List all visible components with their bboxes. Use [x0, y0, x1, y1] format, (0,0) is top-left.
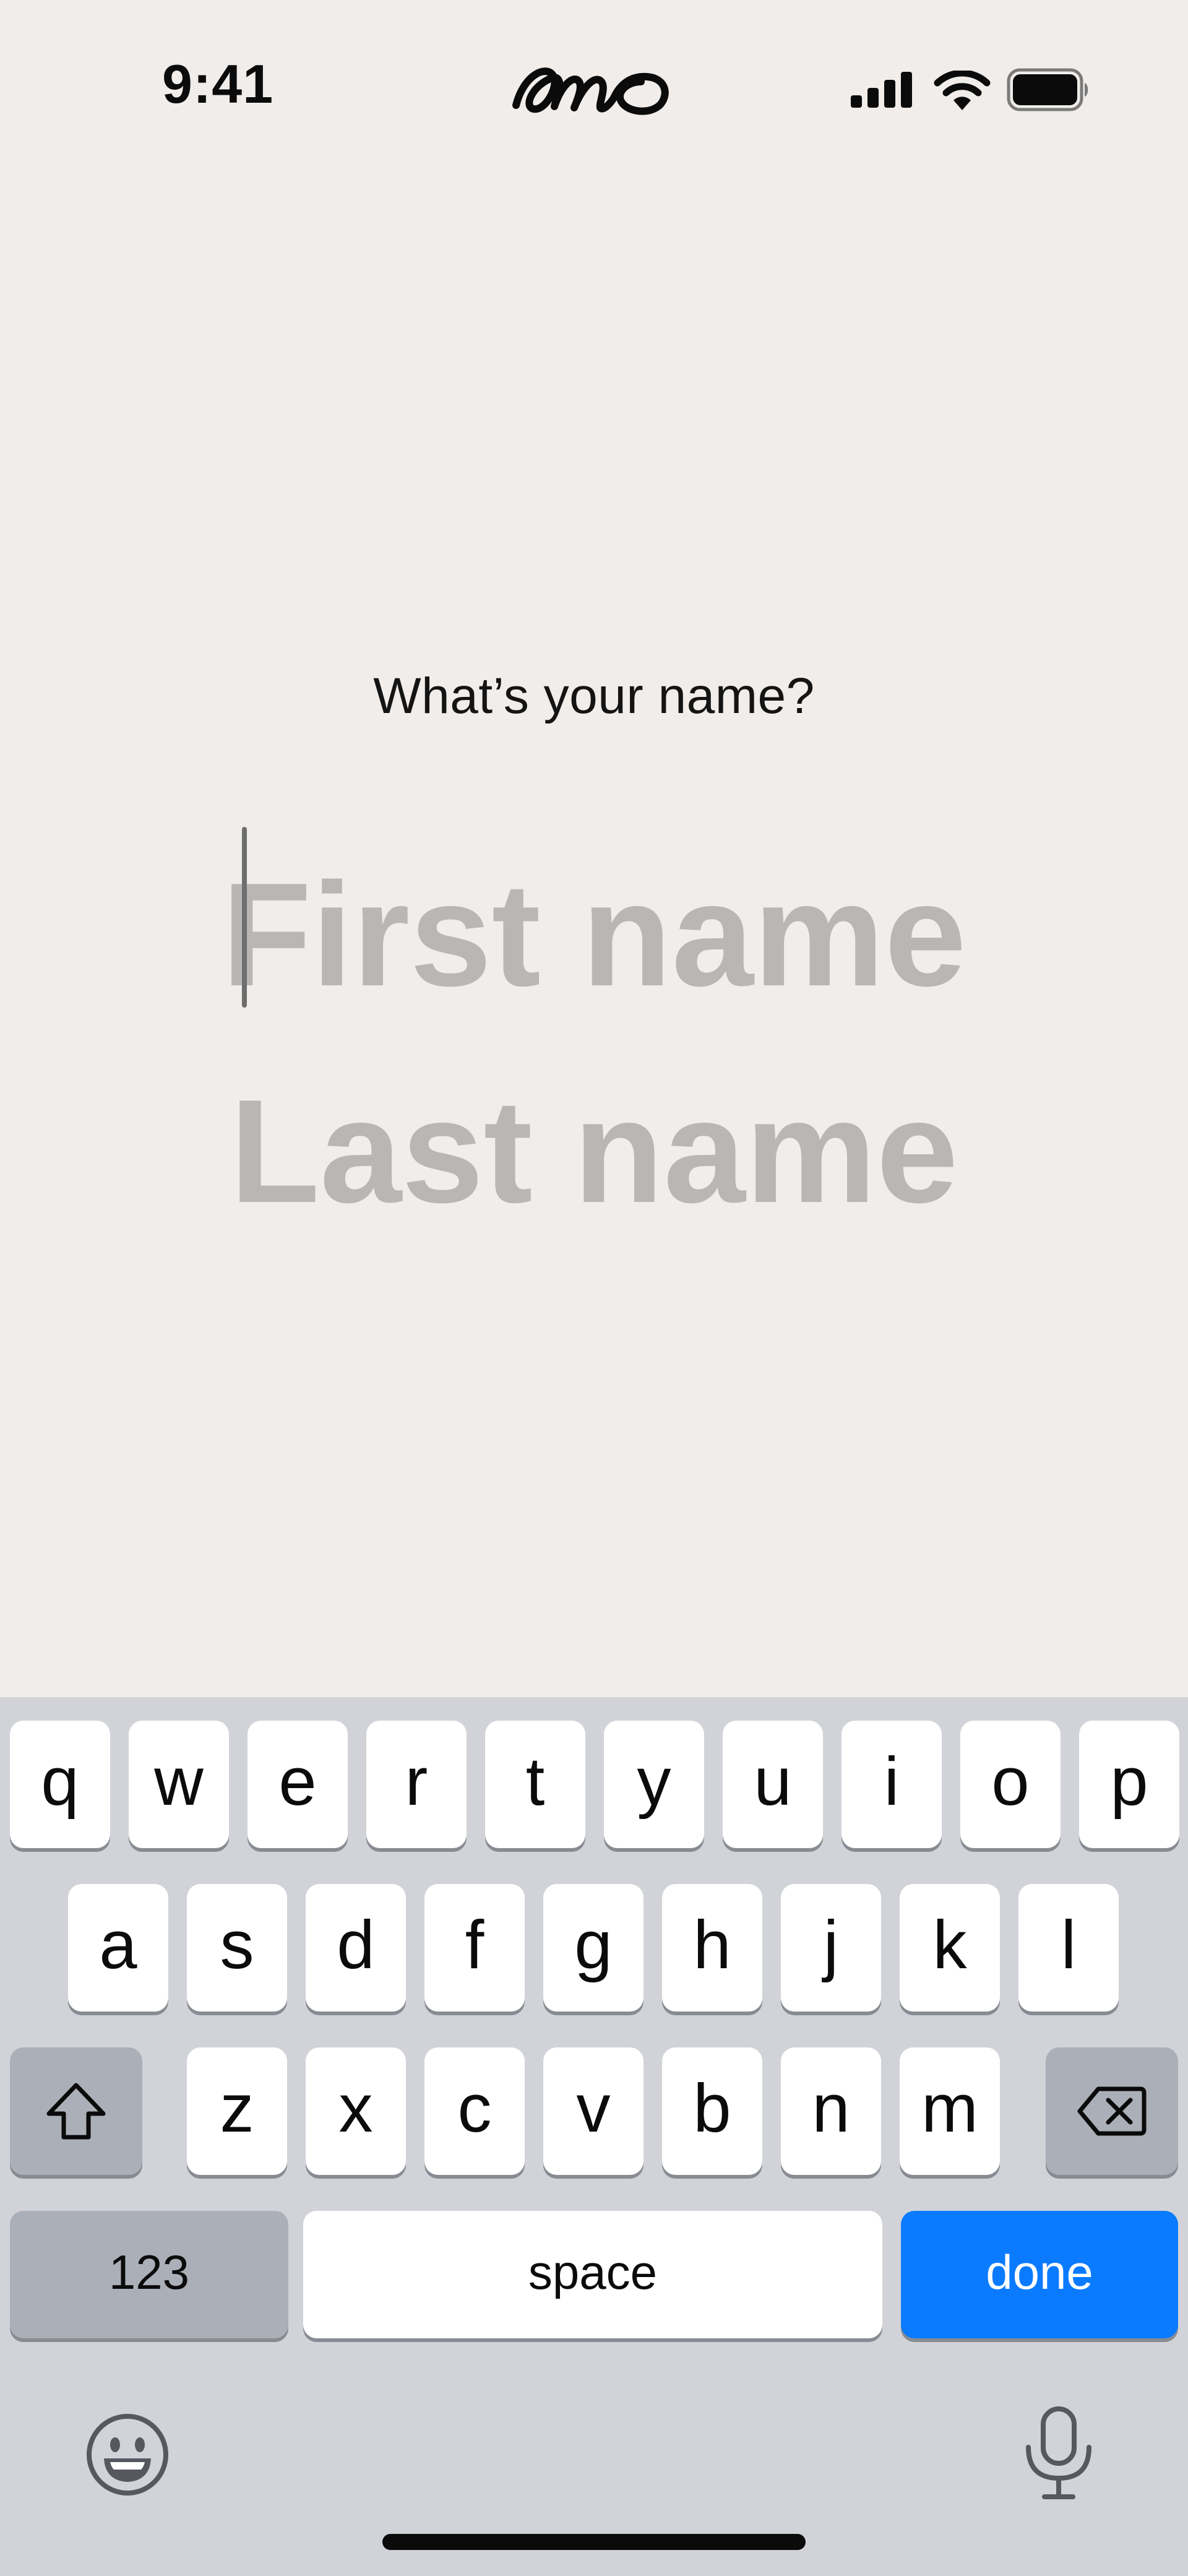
key-label: n — [812, 2070, 850, 2146]
text-caret — [242, 827, 247, 1008]
name-prompt: What’s your name? — [373, 668, 815, 724]
key-label: f — [465, 1907, 484, 1983]
key-y[interactable]: y — [604, 1721, 704, 1848]
key-t[interactable]: t — [485, 1721, 585, 1848]
key-label: a — [99, 1907, 137, 1983]
amo-logo-icon — [512, 67, 669, 115]
space-key[interactable]: space — [303, 2211, 882, 2338]
key-n[interactable]: n — [781, 2047, 881, 2175]
key-label: c — [457, 2070, 492, 2146]
key-i[interactable]: i — [842, 1721, 942, 1848]
key-m[interactable]: m — [900, 2047, 1000, 2175]
key-label: x — [338, 2070, 373, 2146]
key-e[interactable]: e — [248, 1721, 348, 1848]
status-bar: 9:41 — [0, 0, 1188, 179]
key-p[interactable]: p — [1079, 1721, 1179, 1848]
emoji-icon[interactable] — [85, 2413, 170, 2497]
key-u[interactable]: u — [723, 1721, 823, 1848]
wifi-icon — [934, 71, 991, 110]
key-label: d — [337, 1907, 375, 1983]
key-label: b — [693, 2070, 731, 2146]
key-label: y — [637, 1744, 671, 1820]
key-label: j — [823, 1907, 839, 1983]
key-label: h — [693, 1907, 731, 1983]
microphone-icon[interactable] — [1020, 2406, 1098, 2499]
key-d[interactable]: d — [306, 1884, 406, 2012]
delete-icon — [1077, 2086, 1147, 2136]
key-label: g — [574, 1907, 613, 1983]
key-label: r — [405, 1744, 428, 1820]
key-label: e — [278, 1744, 317, 1820]
battery-icon — [1007, 68, 1088, 111]
key-x[interactable]: x — [306, 2047, 406, 2175]
key-label: t — [525, 1744, 545, 1820]
numbers-key[interactable]: 123 — [10, 2211, 288, 2338]
key-a[interactable]: a — [68, 1884, 168, 2012]
key-label: w — [154, 1744, 204, 1820]
key-label: z — [220, 2070, 254, 2146]
shift-icon — [46, 2083, 106, 2140]
name-entry-screen: 9:41 What’s your name? First name Last n… — [0, 0, 1188, 2576]
key-label: i — [884, 1744, 900, 1820]
first-name-input[interactable] — [186, 854, 1002, 1015]
key-label: k — [932, 1907, 967, 1983]
home-indicator — [382, 2534, 806, 2550]
key-b[interactable]: b — [662, 2047, 762, 2175]
key-label: l — [1061, 1907, 1077, 1983]
key-label: s — [220, 1907, 254, 1983]
cellular-signal-icon — [851, 72, 912, 108]
shift-key[interactable] — [10, 2047, 142, 2175]
key-label: q — [41, 1744, 79, 1820]
key-z[interactable]: z — [187, 2047, 287, 2175]
key-g[interactable]: g — [543, 1884, 644, 2012]
key-l[interactable]: l — [1018, 1884, 1119, 2012]
key-o[interactable]: o — [960, 1721, 1061, 1848]
key-label: v — [576, 2070, 611, 2146]
last-name-input[interactable] — [186, 1071, 1002, 1232]
delete-key[interactable] — [1046, 2047, 1178, 2175]
key-label: 123 — [108, 2245, 190, 2299]
status-icons — [851, 68, 1089, 111]
key-q[interactable]: q — [10, 1721, 110, 1848]
key-label: space — [528, 2245, 658, 2299]
key-w[interactable]: w — [129, 1721, 229, 1848]
key-s[interactable]: s — [187, 1884, 287, 2012]
key-label: u — [754, 1744, 792, 1820]
key-v[interactable]: v — [543, 2047, 644, 2175]
key-label: done — [986, 2245, 1093, 2299]
key-j[interactable]: j — [781, 1884, 881, 2012]
key-f[interactable]: f — [424, 1884, 525, 2012]
key-k[interactable]: k — [900, 1884, 1000, 2012]
done-key[interactable]: done — [901, 2211, 1178, 2338]
key-c[interactable]: c — [424, 2047, 525, 2175]
key-h[interactable]: h — [662, 1884, 762, 2012]
key-label: p — [1110, 1744, 1148, 1820]
status-time: 9:41 — [162, 53, 274, 115]
key-label: m — [921, 2070, 978, 2146]
key-r[interactable]: r — [366, 1721, 467, 1848]
key-label: o — [991, 1744, 1030, 1820]
